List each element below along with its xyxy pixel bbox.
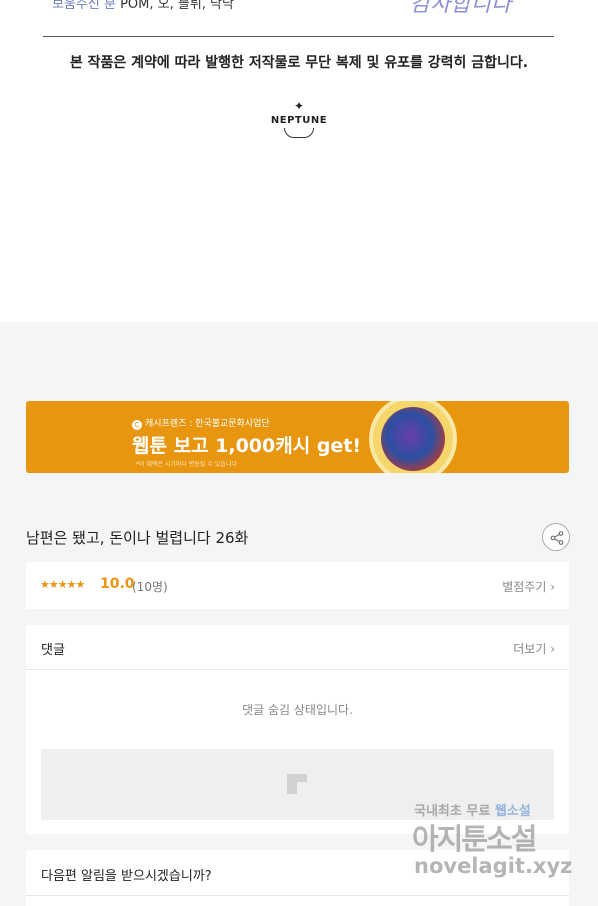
comments-label: 댓글 xyxy=(41,643,65,658)
watermark-brand: 아지툰소설 xyxy=(412,822,537,856)
credits-names: POM, 오, 블뤼, 낙낙 xyxy=(120,0,234,12)
watermark-domain: novelagit.xyz xyxy=(414,854,573,878)
banner-sponsor: C 캐시프렌즈 : 한국불교문화사업단 xyxy=(132,416,270,430)
rating-card: ★★★★★ 10.0 (10명) 별점주기 › xyxy=(26,562,569,609)
watermark: 국내최초 무료 웹소설 아지툰소설 novelagit.xyz xyxy=(408,798,578,890)
end-of-episode-section: 보움주신 분 POM, 오, 블뤼, 낙낙 감사합니다 본 작품은 계약에 따라… xyxy=(0,0,598,322)
credits-label: 보움주신 분 xyxy=(52,0,116,12)
banner-sponsor-text: 캐시프렌즈 : 한국불교문화사업단 xyxy=(145,419,270,429)
logo-arc xyxy=(284,128,314,138)
copyright-notice: 본 작품은 계약에 따라 발행한 저작물로 무단 복제 및 유포를 강력히 금합… xyxy=(69,55,529,71)
publisher-logo: ✦ NEPTUNE xyxy=(258,100,340,140)
comment-placeholder-icon xyxy=(287,774,307,794)
rating-count: (10명) xyxy=(132,580,168,594)
share-button[interactable] xyxy=(542,523,570,551)
publisher-logo-text: NEPTUNE xyxy=(270,115,328,126)
divider xyxy=(26,895,569,896)
comments-more-link[interactable]: 더보기 › xyxy=(513,640,555,657)
promo-banner[interactable]: C 캐시프렌즈 : 한국불교문화사업단 웹툰 보고 1,000캐시 get! *이… xyxy=(26,401,569,473)
dragon-medal-image xyxy=(369,401,457,473)
share-icon xyxy=(550,531,564,545)
rating-stars-icon: ★★★★★ xyxy=(40,578,85,591)
sparkle-icon: ✦ xyxy=(293,99,305,113)
rate-button[interactable]: 별점주기 › xyxy=(502,578,555,595)
credits-line: 보움주신 분 POM, 오, 블뤼, 낙낙 xyxy=(52,0,234,12)
signature-text: 감사합니다 xyxy=(410,0,512,17)
banner-fine-print: *이 혜택은 시기마다 변동될 수 있습니다 xyxy=(136,461,237,468)
comments-hidden-message: 댓글 숨김 상태입니다. xyxy=(242,703,353,717)
divider xyxy=(43,36,554,37)
rating-score: 10.0 xyxy=(100,576,135,592)
comments-header: 댓글 더보기 › xyxy=(26,625,569,670)
episode-title: 남편은 됐고, 돈이나 벌렵니다 26화 xyxy=(26,529,249,547)
banner-headline: 웹툰 보고 1,000캐시 get! xyxy=(132,435,362,457)
cash-coin-icon: C xyxy=(132,420,142,430)
notify-question: 다음편 알림을 받으시겠습니까? xyxy=(41,869,212,884)
